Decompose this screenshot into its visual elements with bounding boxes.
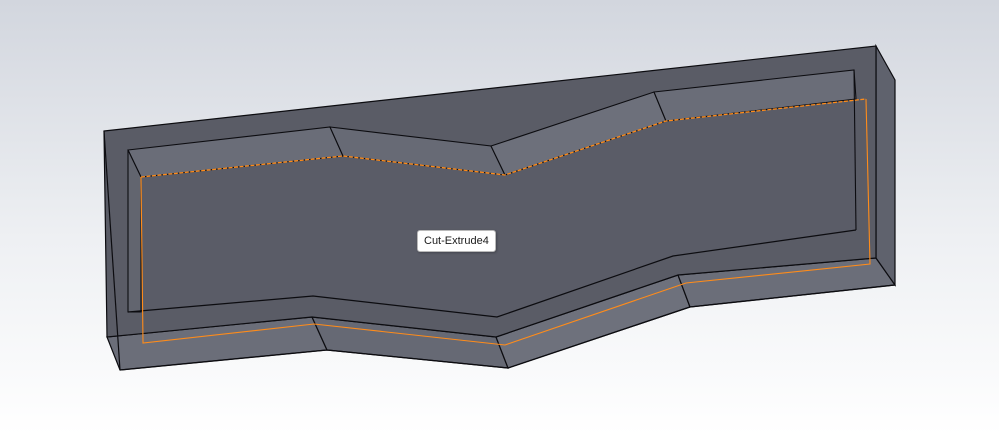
pocket-wall-face[interactable] (127, 149, 142, 313)
model-view[interactable] (0, 0, 999, 435)
graphics-viewport[interactable]: Cut-Extrude4 (0, 0, 999, 435)
end-face[interactable] (875, 43, 896, 287)
feature-tooltip: Cut-Extrude4 (417, 230, 496, 252)
